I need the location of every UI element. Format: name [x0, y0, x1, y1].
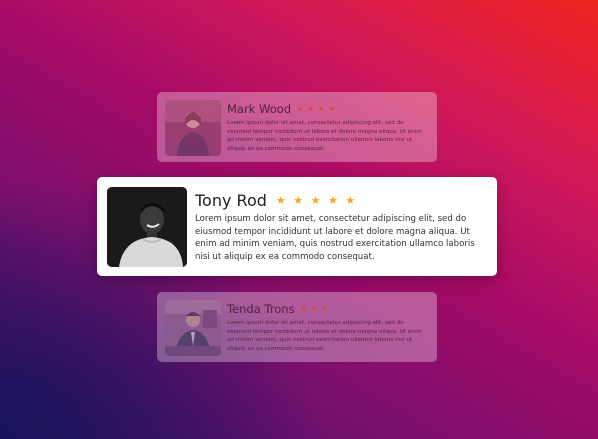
- testimonial-name: Tony Rod: [195, 190, 267, 210]
- testimonial-text: Lorem ipsum dolor sit amet, consectetur …: [227, 120, 422, 152]
- avatar: [165, 100, 221, 156]
- testimonial-card-mark-wood[interactable]: Mark Wood ★ ★ ★ ★ Lorem ipsum dolor sit …: [157, 92, 437, 162]
- testimonial-card-tenda-trons[interactable]: Tenda Trons ★ ★ ★ Lorem ipsum dolor sit …: [157, 292, 437, 362]
- testimonial-name: Mark Wood: [227, 101, 292, 116]
- testimonial-text: Lorem ipsum dolor sit amet, consectetur …: [227, 320, 422, 352]
- avatar: [165, 300, 221, 356]
- star-rating: ★ ★ ★ ★ ★: [275, 193, 358, 207]
- avatar: [107, 187, 187, 267]
- testimonial-text: Lorem ipsum dolor sit amet, consectetur …: [195, 214, 475, 262]
- person-photo-icon: [165, 300, 221, 356]
- star-rating: ★ ★ ★ ★: [297, 104, 336, 113]
- person-photo-icon: [165, 100, 221, 156]
- testimonial-name: Tenda Trons: [227, 301, 295, 316]
- testimonial-card-tony-rod[interactable]: Tony Rod ★ ★ ★ ★ ★ Lorem ipsum dolor sit…: [97, 177, 497, 276]
- person-photo-icon: [107, 187, 187, 267]
- star-rating: ★ ★ ★: [300, 304, 329, 313]
